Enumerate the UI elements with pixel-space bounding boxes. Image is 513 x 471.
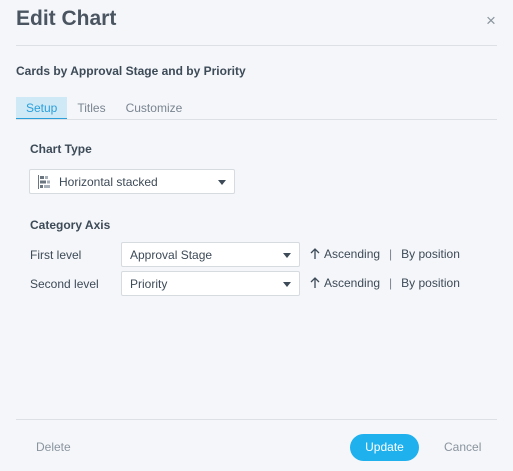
tab-divider bbox=[16, 119, 497, 120]
second-level-label: Second level bbox=[30, 277, 99, 291]
separator: | bbox=[389, 276, 393, 290]
separator: | bbox=[389, 247, 393, 261]
second-level-sort: Ascending | By position bbox=[310, 276, 460, 290]
category-axis-heading: Category Axis bbox=[30, 218, 111, 232]
second-level-sort-by[interactable]: By position bbox=[401, 276, 460, 290]
close-icon[interactable]: × bbox=[484, 12, 498, 30]
edit-chart-dialog: Edit Chart × Cards by Approval Stage and… bbox=[0, 0, 513, 471]
footer-divider bbox=[16, 419, 497, 420]
chart-subtitle: Cards by Approval Stage and by Priority bbox=[16, 64, 246, 78]
second-level-dropdown[interactable]: Priority bbox=[121, 271, 300, 296]
delete-button[interactable]: Delete bbox=[36, 440, 71, 454]
header-divider bbox=[16, 45, 497, 46]
chart-type-value: Horizontal stacked bbox=[59, 174, 158, 189]
first-level-dropdown[interactable]: Approval Stage bbox=[121, 242, 300, 267]
second-level-sort-direction[interactable]: Ascending bbox=[324, 276, 380, 290]
cancel-button[interactable]: Cancel bbox=[444, 440, 481, 454]
first-level-sort: Ascending | By position bbox=[310, 247, 460, 261]
first-level-value: Approval Stage bbox=[130, 247, 213, 262]
arrow-up-icon[interactable] bbox=[310, 248, 320, 260]
horizontal-stacked-bar-icon bbox=[38, 174, 50, 189]
tab-setup[interactable]: Setup bbox=[16, 97, 68, 120]
tab-titles[interactable]: Titles bbox=[67, 97, 115, 120]
chevron-down-icon bbox=[283, 281, 291, 287]
chevron-down-icon bbox=[218, 179, 226, 185]
tab-customize[interactable]: Customize bbox=[116, 97, 193, 120]
second-level-value: Priority bbox=[130, 276, 168, 291]
first-level-sort-direction[interactable]: Ascending bbox=[324, 247, 380, 261]
first-level-sort-by[interactable]: By position bbox=[401, 247, 460, 261]
chart-type-heading: Chart Type bbox=[30, 142, 92, 156]
chart-type-dropdown[interactable]: Horizontal stacked bbox=[29, 169, 235, 194]
dialog-title: Edit Chart bbox=[16, 7, 117, 30]
first-level-label: First level bbox=[30, 248, 82, 262]
update-button[interactable]: Update bbox=[350, 434, 419, 461]
arrow-up-icon[interactable] bbox=[310, 277, 320, 289]
tab-bar: Setup Titles Customize bbox=[16, 97, 192, 120]
chevron-down-icon bbox=[283, 252, 291, 258]
